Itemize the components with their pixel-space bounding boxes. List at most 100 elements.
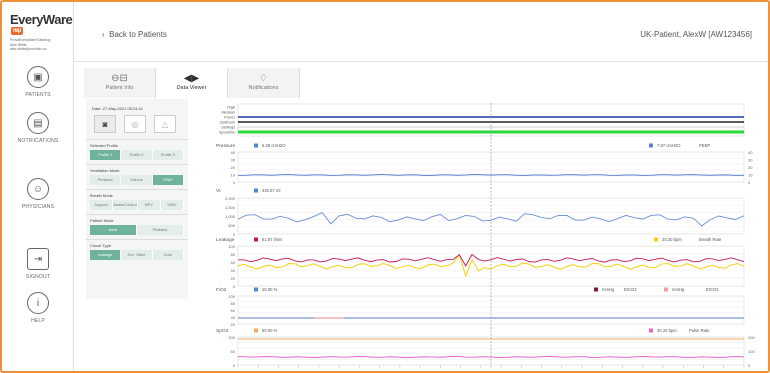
legend-label: EtCO2	[624, 287, 637, 292]
tab-bar: ⊖⊟ Patient Info ◀▶ Data Viewer ♢ Notific…	[84, 68, 300, 98]
status-row-label: Optimum	[220, 121, 235, 125]
tab-patient-info[interactable]: ⊖⊟ Patient Info	[84, 68, 156, 98]
legend-label: mmHg	[672, 287, 685, 292]
status-row-label: Power	[224, 116, 235, 120]
legend-label: 61.87 l/min	[262, 237, 283, 242]
left-nav: EveryWarerep ProvaEveryWareTrainAng Alex…	[2, 2, 74, 371]
y-tick-label: 80	[231, 301, 236, 306]
chart-title: Leakage	[216, 237, 235, 243]
segment-option[interactable]: Volume	[121, 175, 153, 185]
charts-svg[interactable]: HighMediumPowerOptimumSettingsSpontime Pr…	[194, 99, 764, 373]
y-tick-label: 10	[231, 173, 236, 178]
y-tick-label: 10	[748, 173, 753, 178]
y-tick-label: 2,000	[225, 196, 236, 201]
legend-label: 30.20 bpm	[657, 328, 677, 333]
legend-label: Breath Rate	[699, 237, 722, 242]
settings-panel: Date: 27-May-2021 05:24:41 ◙ ◎ △ Selecte…	[86, 99, 188, 299]
nav-patients[interactable]: ▣ PATIENTS	[2, 66, 74, 98]
y-tick-label: 40	[748, 150, 753, 155]
segment-option[interactable]: Support	[90, 200, 114, 210]
segment-option[interactable]: SIMV	[160, 200, 184, 210]
bell-icon: ♢	[259, 73, 268, 84]
segmented-control: Adult Pediatric	[90, 225, 184, 235]
back-to-patients-link[interactable]: ‹ Back to Patients	[102, 30, 167, 39]
chart-title: Vt	[216, 188, 221, 194]
setting-group-label: Breath Mode	[90, 193, 113, 198]
setting-group: Circuit Type Leakage Exh. Valve Dual	[86, 239, 188, 264]
legend-swatch	[254, 287, 258, 292]
segmented-control: Profile 1 Profile 2 Profile 3	[90, 150, 184, 160]
setting-group-label: Selected Profile	[90, 143, 119, 148]
y-tick-label: 80	[231, 252, 236, 257]
segment-option[interactable]: Assist/Control	[113, 200, 138, 210]
nav-signout[interactable]: ⇥ SIGNOUT	[2, 248, 74, 280]
y-tick-label: 0	[748, 180, 751, 185]
app-frame: EveryWarerep ProvaEveryWareTrainAng Alex…	[0, 0, 770, 373]
y-tick-label: 100	[228, 244, 235, 249]
oximeter-icon[interactable]: ◎	[124, 115, 146, 133]
segmented-control: Pressure Volume CPAP	[90, 175, 184, 185]
legend-swatch	[254, 328, 258, 333]
y-tick-label: 100	[228, 294, 235, 299]
y-tick-label: 200	[748, 335, 755, 340]
y-tick-label: 30	[231, 158, 236, 163]
y-tick-label: 0	[233, 284, 236, 289]
segment-option[interactable]: CPAP	[152, 175, 184, 185]
y-tick-label: 0	[233, 180, 236, 185]
legend-label: EtCO2	[706, 287, 719, 292]
y-tick-label: 20	[231, 276, 236, 281]
nav-notifications[interactable]: ▤ NOTIFICATIONS	[2, 112, 74, 144]
status-row-label: Spontime	[219, 131, 235, 135]
legend-swatch	[649, 328, 653, 333]
y-tick-label: 60	[231, 260, 236, 265]
setting-group: Ventilation Mode Pressure Volume CPAP	[86, 164, 188, 189]
legend-label: 90.00 %	[262, 328, 278, 333]
legend-swatch	[254, 143, 258, 148]
segment-option[interactable]: Profile 2	[121, 150, 153, 160]
legend-label: 440.67 ml	[262, 188, 280, 193]
patient-info-icon: ⊖⊟	[111, 73, 128, 84]
nav-help[interactable]: i HELP	[2, 292, 74, 324]
segment-option[interactable]: Profile 1	[90, 150, 122, 160]
y-tick-label: 0	[233, 232, 236, 237]
legend-label: 6.28 cmH2O	[262, 143, 286, 148]
y-tick-label: 100	[748, 349, 755, 354]
chart-title: Pressure	[216, 143, 236, 149]
segment-option[interactable]: Adult	[90, 225, 137, 235]
y-tick-label: 30	[748, 158, 753, 163]
segment-option[interactable]: Pediatric	[137, 225, 184, 235]
user-info: ProvaEveryWareTrainAng Alex White alex.w…	[10, 38, 51, 51]
legend-label: 20.20 bpm	[662, 237, 682, 242]
legend-label: Pulse Rate	[689, 328, 710, 333]
data-viewer-icon: ◀▶	[183, 73, 200, 84]
warning-icon[interactable]: △	[154, 115, 176, 133]
ventilator-icon[interactable]: ◙	[94, 115, 116, 133]
setting-group-label: Circuit Type	[90, 243, 112, 248]
setting-group: Patient Mode Adult Pediatric	[86, 214, 188, 239]
bell-icon: ▤	[27, 112, 49, 134]
y-tick-label: 20	[231, 165, 236, 170]
chart-title: SpO2	[216, 328, 229, 334]
tab-notifications[interactable]: ♢ Notifications	[228, 68, 300, 98]
segment-option[interactable]: Leakage	[90, 250, 122, 260]
segment-option[interactable]: Profile 3	[152, 150, 184, 160]
legend-label: 7.87 cmH2O	[657, 143, 681, 148]
segment-option[interactable]: Dual	[152, 250, 184, 260]
chart-area: High Medium Power Optimum Settings Spontime Pr…	[194, 99, 764, 373]
tab-data-viewer[interactable]: ◀▶ Data Viewer	[156, 68, 228, 98]
status-row-label: High	[227, 106, 235, 110]
date-label: Date: 27-May-2021 05:24:41	[92, 106, 143, 111]
y-tick-label: 100	[228, 335, 235, 340]
nav-physicians[interactable]: ☺ PHYSICIANS	[2, 178, 74, 210]
physician-icon: ☺	[27, 178, 49, 200]
help-icon: i	[27, 292, 49, 314]
legend-label: 20.00 %	[262, 287, 278, 292]
y-tick-label: 1,000	[225, 214, 236, 219]
segment-option[interactable]: Exh. Valve	[121, 250, 153, 260]
setting-group: Breath Mode Support Assist/Control MPV SIMV	[86, 189, 188, 214]
mode-icons: ◙ ◎ △	[86, 115, 188, 133]
segment-option[interactable]: Pressure	[90, 175, 122, 185]
setting-group-label: Ventilation Mode	[90, 168, 120, 173]
legend-swatch	[664, 287, 668, 292]
segment-option[interactable]: MPV	[137, 200, 161, 210]
